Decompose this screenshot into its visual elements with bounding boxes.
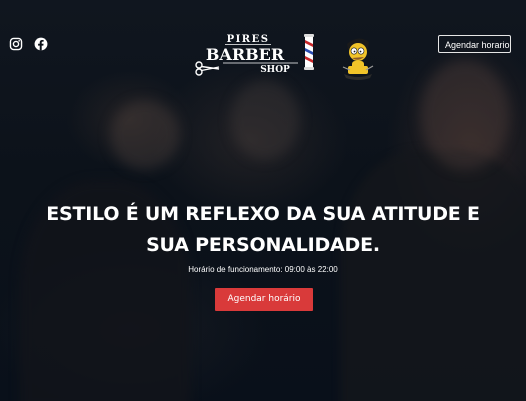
hero-section: PIRES BARBER SHOP Agendar horario ESTILO… — [0, 0, 526, 401]
opening-hours: Horário de funcionamento: 09:00 às 22:00 — [188, 265, 338, 274]
background-photo-shape — [230, 80, 300, 160]
header-schedule-button[interactable]: Agendar horario — [438, 35, 511, 53]
hero-headline: ESTILO É UM REFLEXO DA SUA ATITUDE E SUA… — [0, 199, 526, 261]
header: PIRES BARBER SHOP Agendar horario — [0, 0, 526, 90]
instagram-icon[interactable] — [9, 37, 23, 51]
social-links — [9, 37, 48, 51]
background-photo-shape — [110, 100, 180, 170]
hero-headline-line2: SUA PERSONALIDADE. — [146, 234, 380, 256]
hero-headline-line1: ESTILO É UM REFLEXO DA SUA ATITUDE E — [46, 203, 480, 225]
svg-text:SHOP: SHOP — [260, 65, 290, 75]
mascot-cartoon-icon — [338, 34, 378, 82]
barber-pole-icon — [304, 34, 314, 70]
svg-text:PIRES: PIRES — [227, 34, 270, 45]
barber-shop-logo[interactable]: PIRES BARBER SHOP — [193, 30, 321, 78]
schedule-appointment-button[interactable]: Agendar horário — [215, 288, 313, 311]
svg-text:BARBER: BARBER — [206, 45, 285, 64]
facebook-icon[interactable] — [34, 37, 48, 51]
